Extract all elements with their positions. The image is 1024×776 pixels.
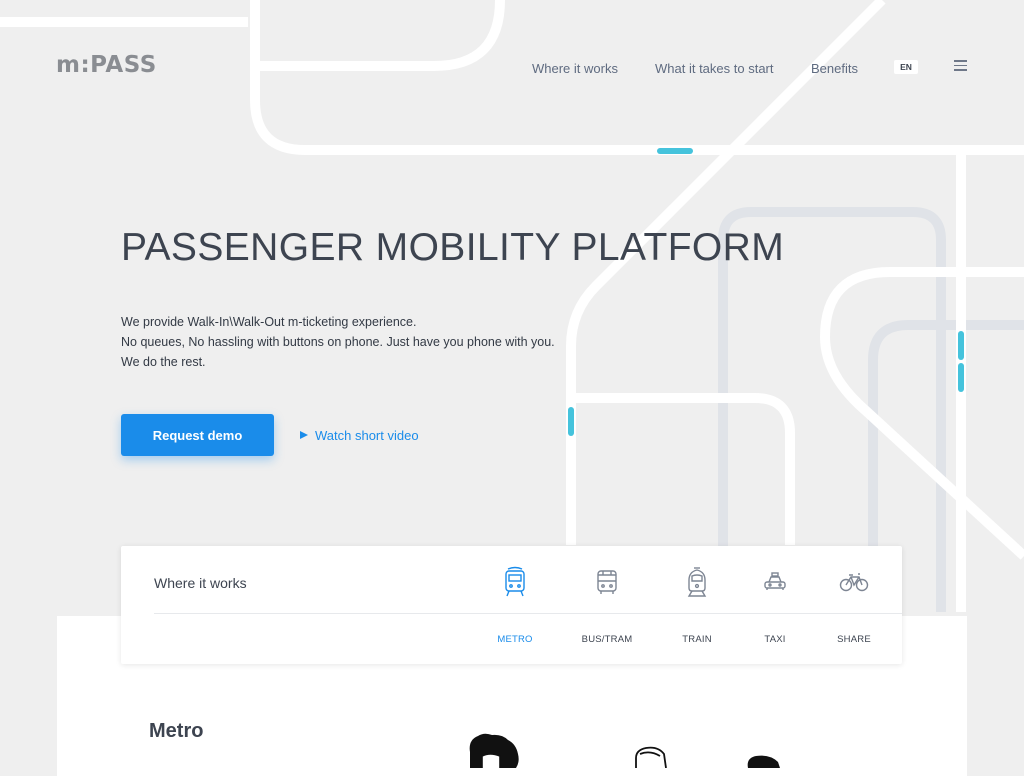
mode-tab-bus-tram[interactable]: BUS/TRAM [572, 566, 642, 656]
where-it-works-card: Where it works METRO BUS/TRAM TRAIN TAXI… [121, 546, 902, 664]
mode-label: TAXI [764, 634, 786, 645]
bus-icon [597, 570, 617, 594]
mode-tab-metro[interactable]: METRO [480, 566, 550, 656]
taxi-icon [764, 572, 786, 590]
watch-video-link[interactable]: Watch short video [300, 428, 419, 443]
hero-description-line: We do the rest. [121, 355, 206, 369]
card-divider [154, 613, 902, 614]
nav-where-it-works[interactable]: Where it works [532, 61, 618, 76]
logo[interactable]: m:PASS [56, 52, 157, 78]
bicycle-icon [839, 573, 869, 592]
watch-video-label: Watch short video [315, 428, 419, 443]
language-switcher[interactable]: EN [894, 60, 918, 74]
metro-icon [505, 566, 525, 597]
play-icon [300, 431, 308, 439]
site-header: m:PASS Where it works What it takes to s… [0, 0, 1024, 130]
section-title: Metro [149, 720, 204, 742]
nav-what-it-takes[interactable]: What it takes to start [655, 61, 774, 76]
mode-label: SHARE [837, 634, 871, 645]
page-title: PASSENGER MOBILITY PLATFORM [121, 226, 785, 269]
mode-label: BUS/TRAM [581, 634, 633, 645]
people-illustration [469, 733, 780, 768]
mode-label: TRAIN [682, 634, 712, 645]
hero-description: We provide Walk-In\Walk-Out m-ticketing … [121, 312, 555, 372]
mode-tab-taxi[interactable]: TAXI [740, 566, 810, 656]
hamburger-menu-icon[interactable] [954, 60, 967, 71]
train-icon [687, 567, 707, 597]
mode-label: METRO [497, 634, 533, 645]
mode-tab-train[interactable]: TRAIN [662, 566, 732, 656]
hero-description-line: No queues, No hassling with buttons on p… [121, 335, 555, 349]
nav-benefits[interactable]: Benefits [811, 61, 858, 76]
where-it-works-title: Where it works [154, 575, 247, 591]
hero-description-line: We provide Walk-In\Walk-Out m-ticketing … [121, 315, 417, 329]
request-demo-button[interactable]: Request demo [121, 414, 274, 456]
mode-tab-share[interactable]: SHARE [819, 566, 889, 656]
